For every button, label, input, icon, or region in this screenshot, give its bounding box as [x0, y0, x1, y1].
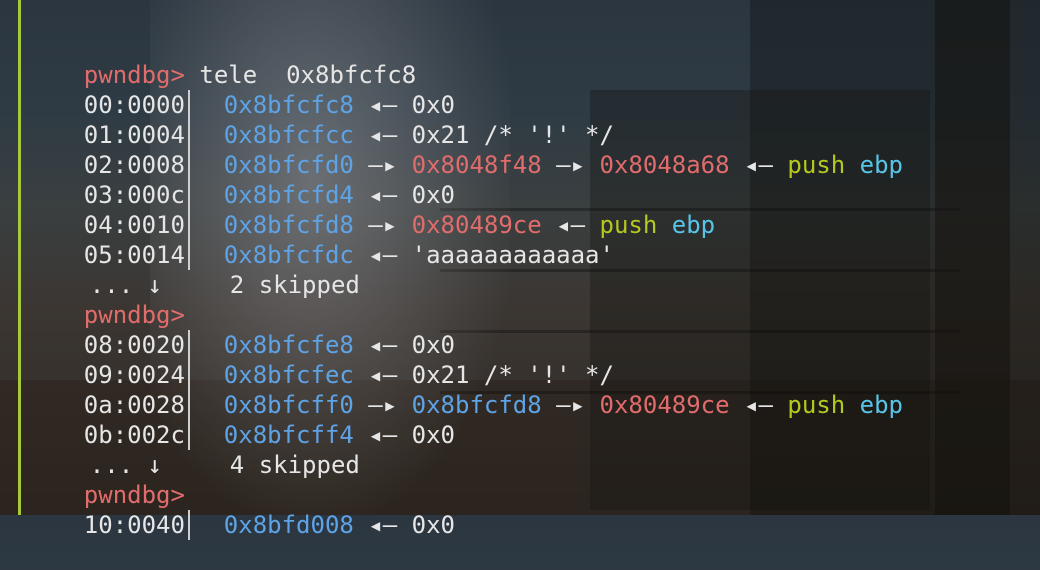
prompt-line: pwndbg>: [26, 270, 185, 329]
stack-address: 0x8bfd008: [223, 511, 354, 539]
terminal-output[interactable]: pwndbg> tele 0x8bfcfc8 00:0000 0x8bfcfc8 …: [0, 0, 1040, 540]
value-arrow: ◂—: [368, 511, 398, 539]
instruction-mnemonic: push: [787, 151, 846, 179]
pointer-target: 0x80489ce: [599, 391, 730, 419]
register-operand: ebp: [671, 211, 716, 239]
skipped-rows-line: ... ↓ 2 skipped: [26, 240, 360, 299]
skipped-rows-line: ... ↓ 4 skipped: [26, 420, 360, 479]
stack-value: 0x0: [411, 511, 456, 539]
stack-row: 02:0008 0x8bfcfd0 —▸ 0x8048f48 —▸ 0x8048a…: [26, 120, 903, 180]
prompt-line: pwndbg>: [26, 450, 185, 509]
pointer-arrow: —▸: [556, 151, 586, 179]
skipped-count: 4 skipped: [229, 451, 360, 479]
register-operand: ebp: [859, 151, 903, 179]
stack-row: 01:0004 0x8bfcfcc ◂— 0x21 /* '!' */: [26, 90, 614, 150]
stack-row: 0a:0028 0x8bfcff0 —▸ 0x8bfcfd8 —▸ 0x80489…: [26, 360, 903, 420]
pointer-arrow: —▸: [556, 391, 586, 419]
stack-row: 0b:002c 0x8bfcff4 ◂— 0x0: [26, 390, 455, 450]
stack-value: 'aaaaaaaaaaaa': [411, 241, 614, 269]
value-arrow: ◂—: [368, 421, 398, 449]
value-arrow: ◂—: [744, 151, 773, 179]
stack-row: 10:0040 0x8bfd008 ◂— 0x0: [26, 480, 455, 540]
skipped-count: 2 skipped: [229, 271, 360, 299]
stack-value: 0x0: [411, 421, 456, 449]
stack-row: 05:0014 0x8bfcfdc ◂— 'aaaaaaaaaaaa': [26, 210, 614, 270]
prompt-line: pwndbg> tele 0x8bfcfc8: [26, 30, 416, 89]
register-operand: ebp: [859, 391, 903, 419]
value-arrow: ◂—: [744, 391, 773, 419]
pointer-target: 0x8048a68: [599, 151, 730, 179]
stack-row: 00:0000 0x8bfcfc8 ◂— 0x0: [26, 60, 455, 120]
stack-row: 03:000c 0x8bfcfd4 ◂— 0x0: [26, 150, 455, 210]
stack-row: 04:0010 0x8bfcfd8 —▸ 0x80489ce ◂— push eb…: [26, 180, 715, 240]
value-arrow: ◂—: [368, 241, 398, 269]
stack-row: 08:0020 0x8bfcfe8 ◂— 0x0: [26, 300, 455, 360]
instruction-mnemonic: push: [787, 391, 846, 419]
stack-row: 09:0024 0x8bfcfec ◂— 0x21 /* '!' */: [26, 330, 614, 390]
